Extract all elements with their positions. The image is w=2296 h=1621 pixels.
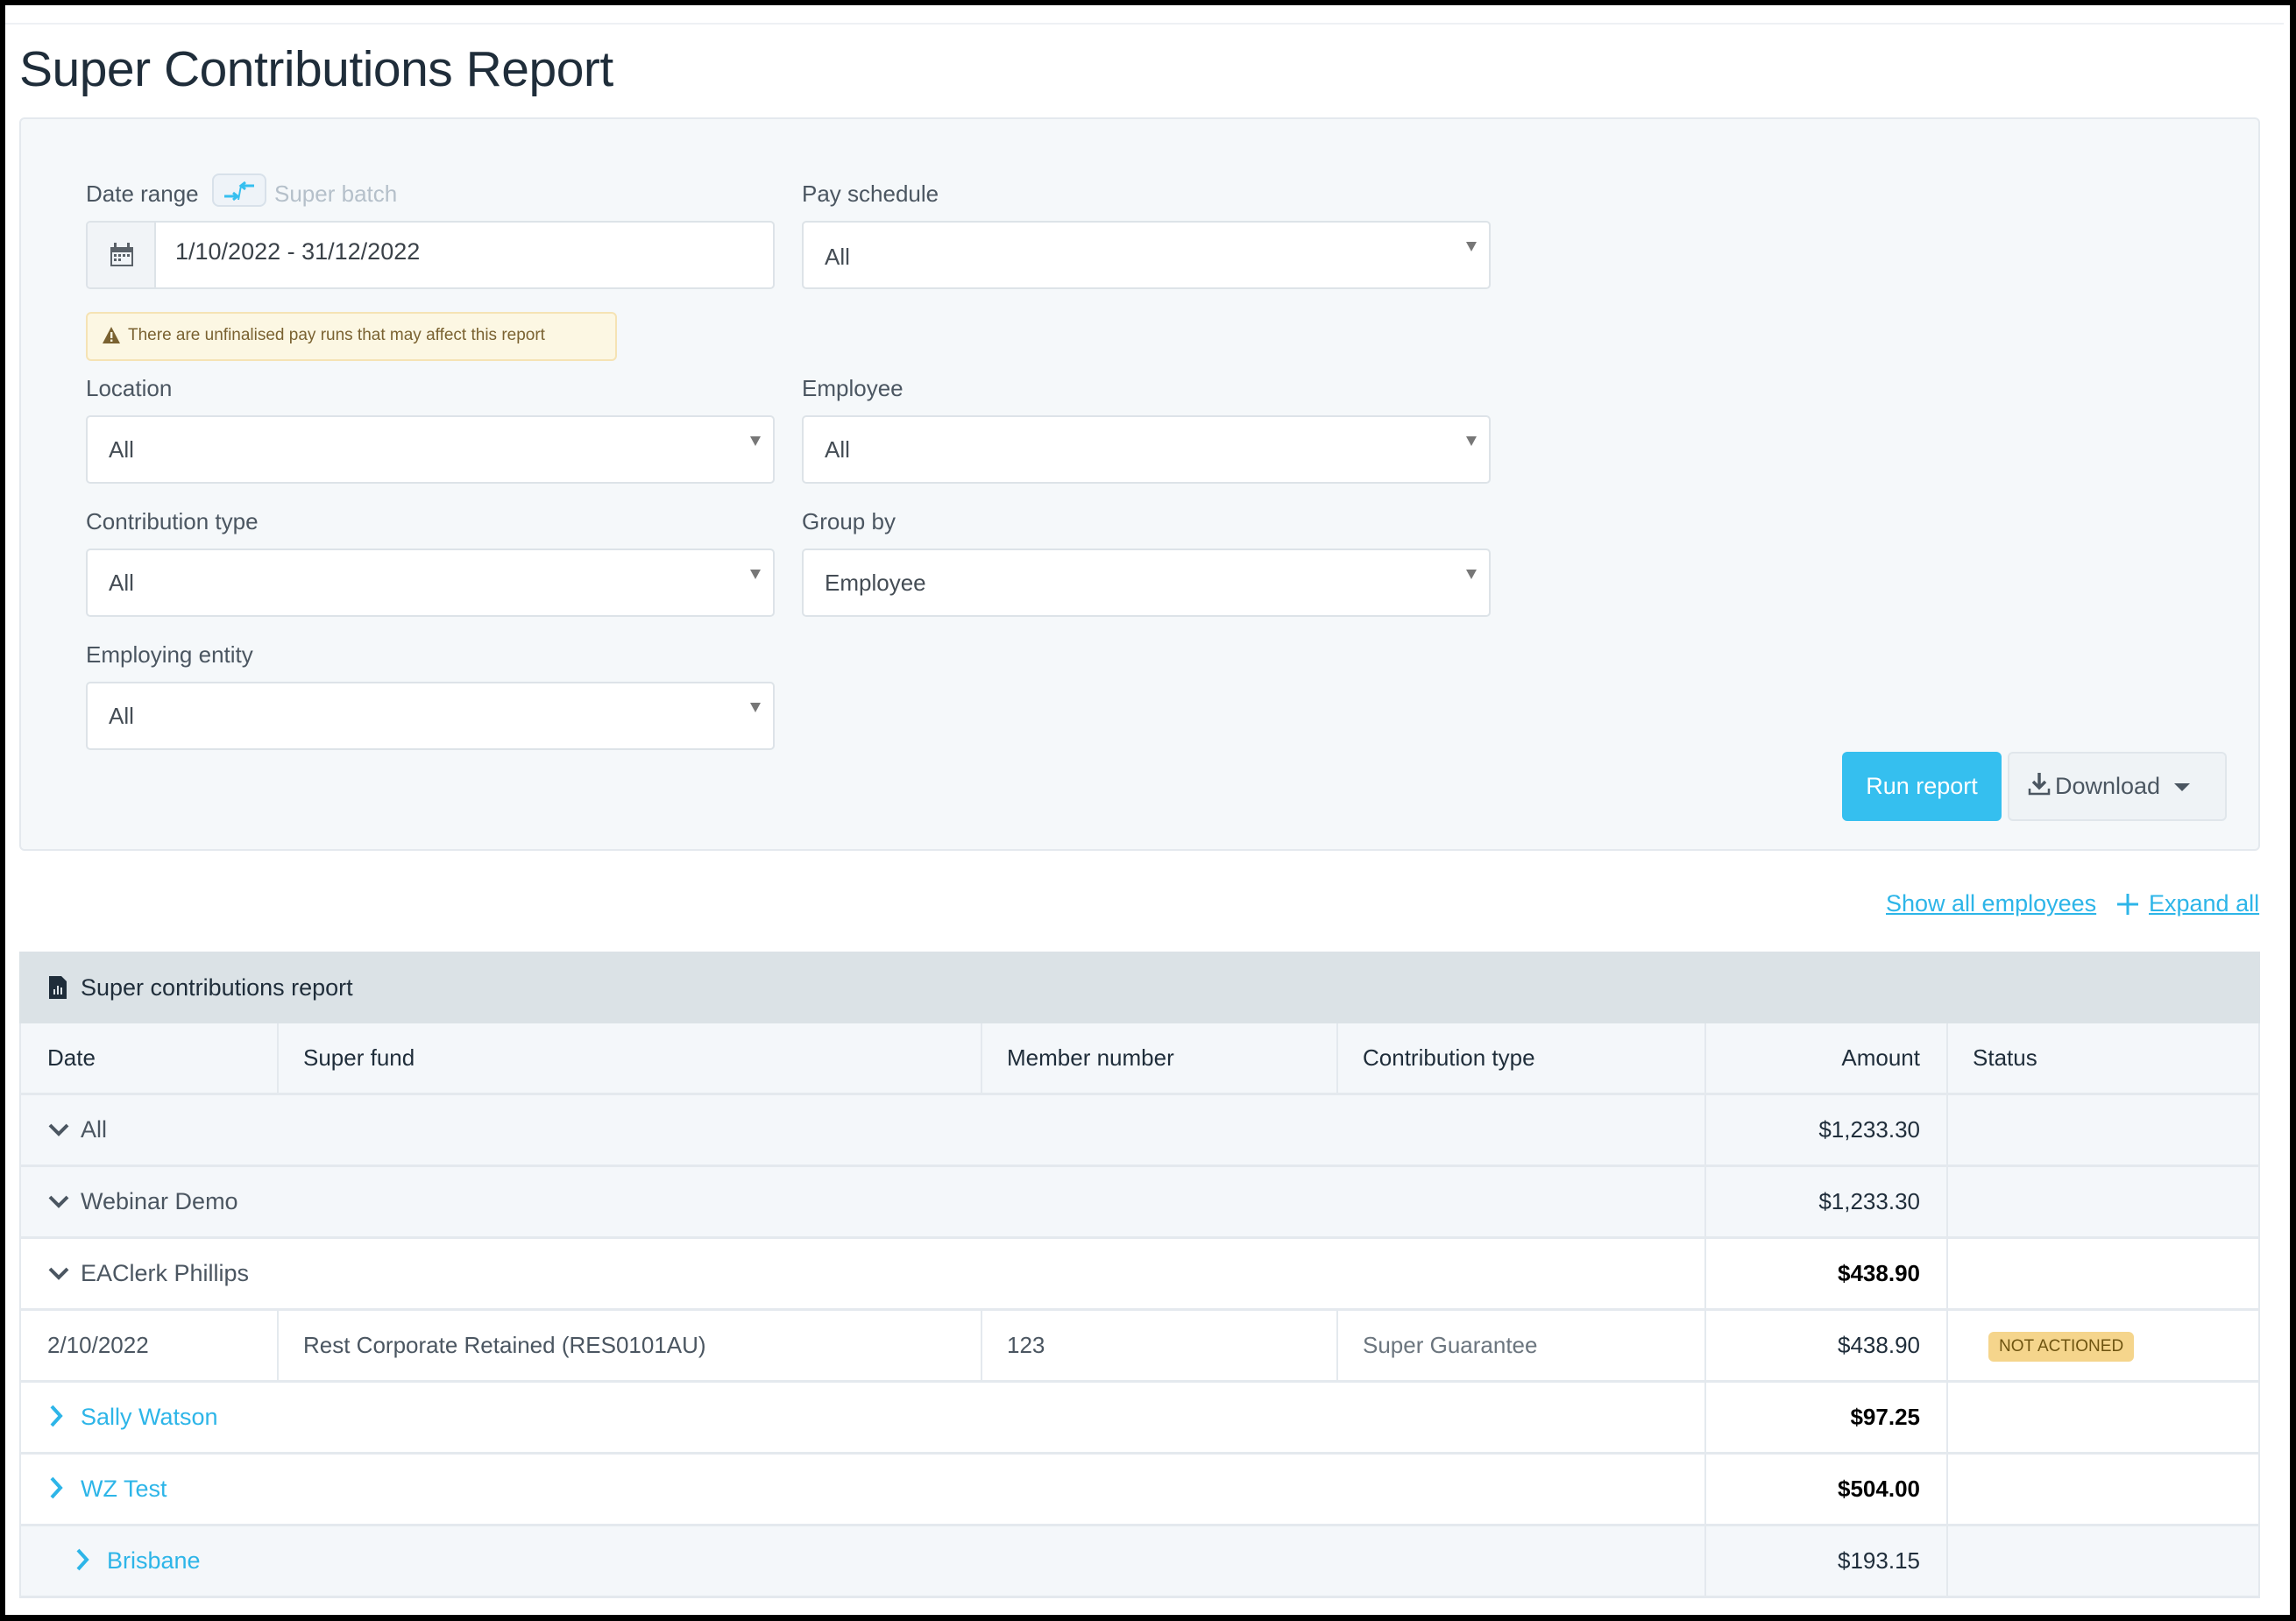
download-icon <box>2028 773 2051 796</box>
status-badge: NOT ACTIONED <box>1988 1332 2135 1362</box>
employing-entity-select[interactable]: All <box>86 682 775 750</box>
group-amount: $1,233.30 <box>1818 1188 1920 1214</box>
column-header-contribution-type[interactable]: Contribution type <box>1363 1044 1535 1072</box>
toggle-super-batch-button[interactable] <box>212 173 266 207</box>
column-header-row: Date Super fund Member number Contributi… <box>19 1023 2260 1095</box>
download-label: Download <box>2055 773 2161 799</box>
show-all-employees-link[interactable]: Show all employees <box>1886 890 2096 917</box>
employee-amount: $438.90 <box>1838 1260 1920 1286</box>
table-row-employee-eaclerk-phillips[interactable]: EAClerk Phillips $438.90 <box>19 1239 2260 1311</box>
chevron-down-icon <box>750 703 761 712</box>
employing-entity-value: All <box>109 703 134 729</box>
employee-name-link[interactable]: WZ Test <box>81 1476 167 1503</box>
contribution-type-label: Contribution type <box>86 508 259 534</box>
warning-text: There are unfinalised pay runs that may … <box>128 326 545 344</box>
column-header-date[interactable]: Date <box>47 1044 96 1072</box>
expand-all-link[interactable]: Expand all <box>2149 890 2259 917</box>
swap-arrows-icon <box>224 181 254 202</box>
group-label-link[interactable]: Brisbane <box>107 1547 201 1575</box>
detail-date: 2/10/2022 <box>47 1332 149 1358</box>
unfinalised-warning: There are unfinalised pay runs that may … <box>86 312 617 361</box>
chevron-down-icon <box>1466 436 1477 446</box>
top-divider <box>5 23 2284 25</box>
table-row-group-webinar-demo[interactable]: Webinar Demo $1,233.30 <box>19 1167 2260 1239</box>
contribution-type-select[interactable]: All <box>86 549 775 617</box>
report-file-icon <box>49 976 67 999</box>
group-amount: $193.15 <box>1838 1547 1920 1574</box>
group-by-value: Employee <box>825 570 926 596</box>
date-range-input[interactable]: 1/10/2022 - 31/12/2022 <box>86 221 775 289</box>
chevron-right-icon[interactable] <box>74 1547 91 1572</box>
detail-contribution-type: Super Guarantee <box>1363 1332 1538 1358</box>
pay-schedule-value: All <box>825 244 850 270</box>
table-row-employee-wz-test[interactable]: WZ Test $504.00 <box>19 1455 2260 1526</box>
group-by-select[interactable]: Employee <box>802 549 1491 617</box>
chevron-down-icon <box>750 436 761 446</box>
group-label: All <box>81 1116 108 1143</box>
date-range-value: 1/10/2022 - 31/12/2022 <box>175 238 421 265</box>
page-title: Super Contributions Report <box>19 41 613 97</box>
chevron-down-icon <box>750 570 761 579</box>
column-header-super-fund[interactable]: Super fund <box>303 1044 415 1072</box>
column-header-amount[interactable]: Amount <box>1841 1044 1920 1072</box>
table-row-detail: 2/10/2022 Rest Corporate Retained (RES01… <box>19 1311 2260 1383</box>
chevron-down-icon[interactable] <box>47 1120 70 1139</box>
table-row-group-brisbane[interactable]: Brisbane $193.15 <box>19 1526 2260 1598</box>
employee-select[interactable]: All <box>802 415 1491 484</box>
run-report-button[interactable]: Run report <box>1842 752 2002 821</box>
super-batch-toggle-label[interactable]: Super batch <box>274 181 397 208</box>
employing-entity-label: Employing entity <box>86 641 253 668</box>
date-range-label: Date range <box>86 181 199 207</box>
page: Super Contributions Report Date range Su… <box>5 5 2290 1615</box>
chevron-down-icon <box>1466 570 1477 579</box>
chevron-down-icon[interactable] <box>47 1192 70 1211</box>
table-row-group-all[interactable]: All $1,233.30 <box>19 1095 2260 1167</box>
chevron-down-icon[interactable] <box>47 1264 70 1283</box>
group-by-label: Group by <box>802 508 896 534</box>
location-select[interactable]: All <box>86 415 775 484</box>
chevron-right-icon[interactable] <box>47 1404 65 1428</box>
employee-amount: $504.00 <box>1838 1476 1920 1502</box>
chevron-right-icon[interactable] <box>47 1476 65 1500</box>
pay-schedule-select[interactable]: All <box>802 221 1491 289</box>
plus-icon[interactable] <box>2115 892 2140 917</box>
group-label: Webinar Demo <box>81 1188 238 1214</box>
location-label: Location <box>86 375 173 401</box>
chevron-down-icon <box>1466 242 1477 251</box>
column-header-status[interactable]: Status <box>1973 1044 2037 1072</box>
employee-value: All <box>825 436 850 463</box>
employee-name-link[interactable]: Sally Watson <box>81 1404 218 1431</box>
detail-amount: $438.90 <box>1838 1332 1920 1358</box>
download-button[interactable]: Download <box>2008 752 2227 821</box>
employee-label: Employee <box>802 375 904 401</box>
group-amount: $1,233.30 <box>1818 1116 1920 1143</box>
caret-down-icon <box>2174 783 2190 791</box>
filter-panel: Date range Super batch 1/10/2022 - 31/12… <box>19 117 2260 851</box>
report-title: Super contributions report <box>81 974 353 1001</box>
pay-schedule-label: Pay schedule <box>802 181 939 207</box>
employee-name: EAClerk Phillips <box>81 1260 250 1286</box>
report-header: Super contributions report <box>19 952 2260 1023</box>
detail-member-number: 123 <box>1007 1332 1045 1358</box>
warning-icon <box>103 327 120 343</box>
date-picker-addon[interactable] <box>88 223 156 287</box>
employee-amount: $97.25 <box>1850 1404 1920 1430</box>
calendar-icon <box>110 243 133 266</box>
contribution-type-value: All <box>109 570 134 596</box>
column-header-member-number[interactable]: Member number <box>1007 1044 1174 1072</box>
detail-super-fund: Rest Corporate Retained (RES0101AU) <box>303 1332 706 1358</box>
table-row-employee-sally-watson[interactable]: Sally Watson $97.25 <box>19 1383 2260 1455</box>
location-value: All <box>109 436 134 463</box>
